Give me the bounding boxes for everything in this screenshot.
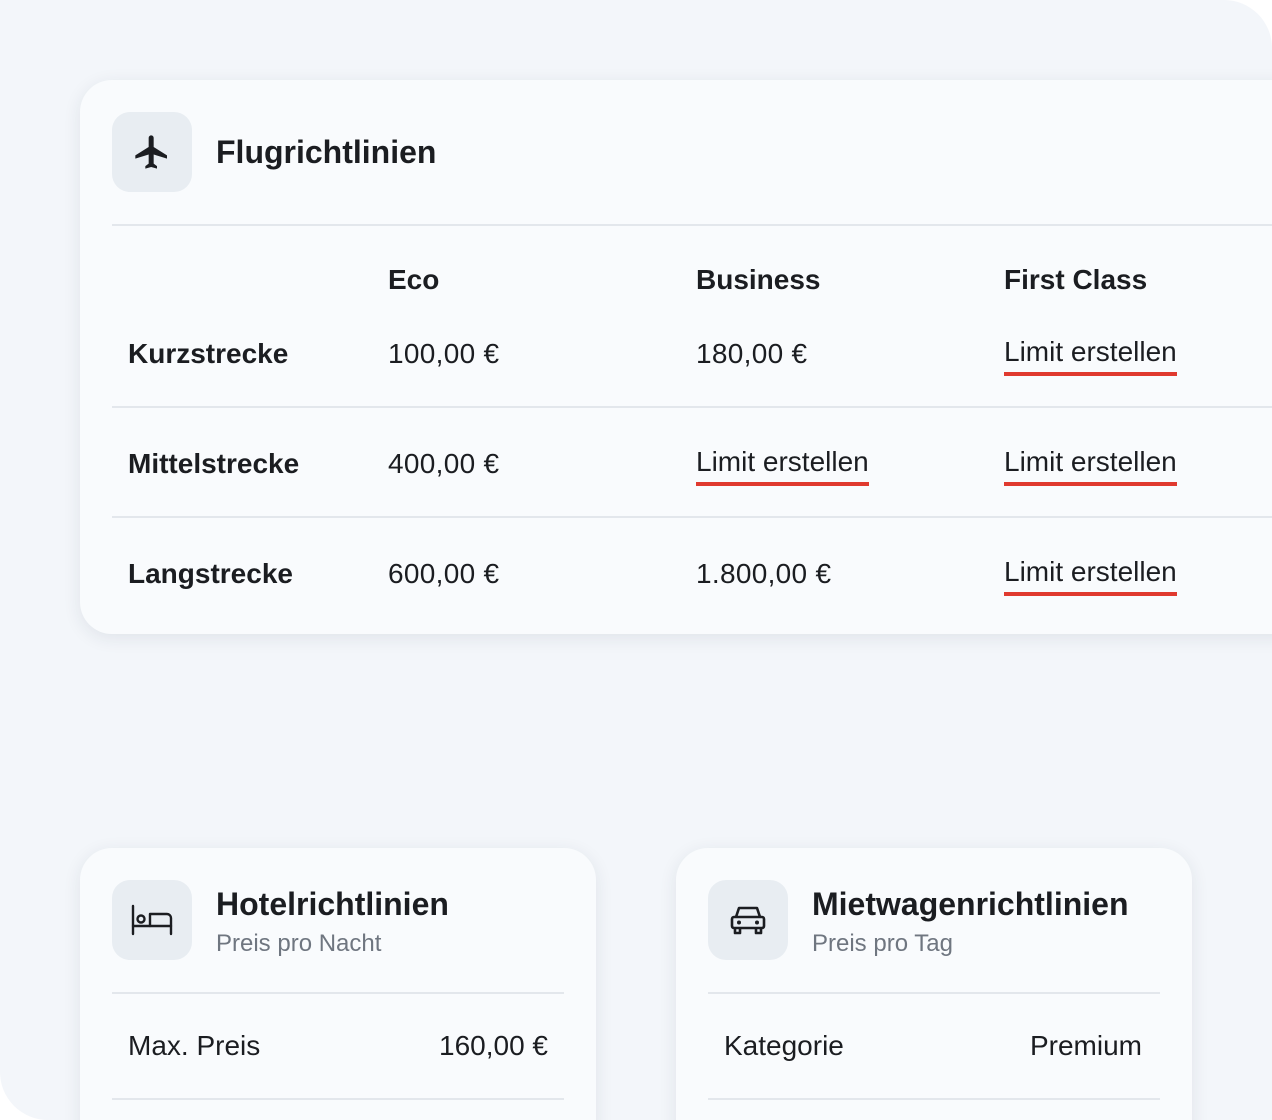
row-label-mittelstrecke: Mittelstrecke bbox=[128, 448, 300, 479]
hotel-policy-title: Hotelrichtlinien bbox=[216, 886, 449, 922]
hotel-icon-tile bbox=[112, 880, 192, 960]
airplane-icon bbox=[135, 135, 167, 169]
create-limit-link-kurzstrecke-first[interactable]: Limit erstellen bbox=[1004, 336, 1177, 376]
car-policy-title: Mietwagenrichtlinien bbox=[812, 886, 1129, 922]
car-category-label: Kategorie bbox=[724, 1030, 844, 1061]
row-label-langstrecke: Langstrecke bbox=[128, 558, 293, 589]
create-limit-link-mittelstrecke-first[interactable]: Limit erstellen bbox=[1004, 446, 1177, 486]
bed-icon bbox=[131, 904, 173, 936]
flight-icon-tile bbox=[112, 112, 192, 192]
column-header-business: Business bbox=[696, 264, 821, 295]
hotel-max-price-label: Max. Preis bbox=[128, 1030, 261, 1061]
column-header-first-class: First Class bbox=[1004, 264, 1148, 295]
page-canvas: Flugrichtlinien Eco Business First Class… bbox=[0, 0, 1272, 1120]
hotel-header-divider bbox=[112, 992, 564, 994]
price-langstrecke-eco: 600,00 € bbox=[388, 558, 500, 589]
hotel-policy-card: Hotelrichtlinien Preis pro Nacht Max. Pr… bbox=[80, 848, 596, 1120]
hotel-max-price-value: 160,00 € bbox=[439, 1030, 548, 1061]
flight-policy-title: Flugrichtlinien bbox=[216, 134, 437, 170]
row-label-kurzstrecke: Kurzstrecke bbox=[128, 338, 289, 369]
create-limit-link-mittelstrecke-business[interactable]: Limit erstellen bbox=[696, 446, 869, 486]
car-icon bbox=[730, 906, 766, 935]
price-kurzstrecke-eco: 100,00 € bbox=[388, 338, 500, 369]
car-category-value: Premium bbox=[1029, 1030, 1142, 1061]
flight-header-divider bbox=[112, 224, 1272, 226]
car-policy-subtitle: Preis pro Tag bbox=[812, 930, 953, 957]
create-limit-link-langstrecke-first[interactable]: Limit erstellen bbox=[1004, 556, 1177, 596]
car-header-divider bbox=[708, 992, 1160, 994]
table-row-divider bbox=[112, 406, 1272, 408]
column-header-eco: Eco bbox=[388, 264, 440, 295]
car-row-divider bbox=[708, 1098, 1160, 1100]
hotel-row-divider bbox=[112, 1098, 564, 1100]
price-kurzstrecke-business: 180,00 € bbox=[696, 338, 808, 369]
hotel-policy-subtitle: Preis pro Nacht bbox=[216, 930, 382, 957]
flight-policy-card: Flugrichtlinien Eco Business First Class… bbox=[80, 80, 1272, 634]
car-policy-card: Mietwagenrichtlinien Preis pro Tag Kateg… bbox=[676, 848, 1192, 1120]
price-langstrecke-business: 1.800,00 € bbox=[696, 558, 832, 589]
price-mittelstrecke-eco: 400,00 € bbox=[388, 448, 500, 479]
car-icon-tile bbox=[708, 880, 788, 960]
table-row-divider bbox=[112, 516, 1272, 518]
